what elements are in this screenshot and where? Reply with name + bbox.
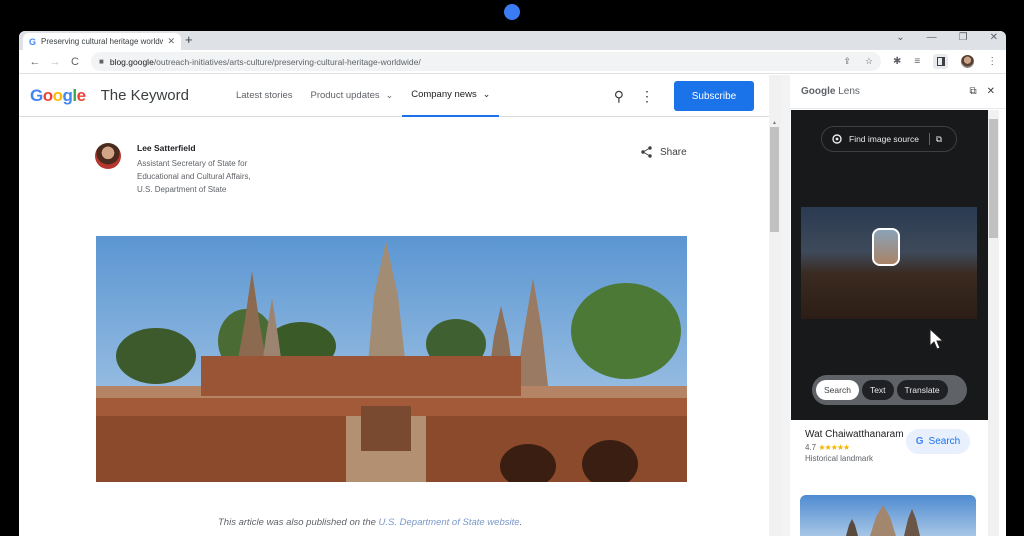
lens-title: Google Lens bbox=[801, 86, 860, 97]
temple-illustration bbox=[96, 236, 687, 482]
side-panel-divider[interactable] bbox=[781, 75, 790, 536]
lens-search-icon bbox=[832, 133, 842, 144]
back-button[interactable]: ← bbox=[25, 56, 45, 68]
caption-text: This article was also published on the bbox=[218, 517, 379, 528]
profile-avatar[interactable] bbox=[961, 55, 975, 68]
window-controls: ⌄ — ❐ ✕ bbox=[896, 32, 998, 43]
nav-company-news[interactable]: Company news ⌄ bbox=[402, 75, 500, 117]
url-host: blog.google bbox=[109, 56, 154, 67]
site-name[interactable]: The Keyword bbox=[101, 87, 189, 104]
author-role: Assistant Secretary of State for Educati… bbox=[137, 159, 251, 194]
state-department-link[interactable]: U.S. Department of State website bbox=[379, 517, 520, 528]
forward-button[interactable]: → bbox=[45, 56, 65, 68]
chevron-down-icon: ⌄ bbox=[482, 89, 491, 99]
find-image-source-label: Find image source bbox=[849, 134, 919, 144]
share-label: Share bbox=[660, 146, 687, 158]
lens-image-viewer: Find image source ⧉ Search Text Translat… bbox=[791, 110, 988, 420]
nav-product-updates[interactable]: Product updates ⌄ bbox=[301, 75, 402, 117]
find-image-source-button[interactable]: Find image source ⧉ bbox=[821, 126, 957, 152]
camera-indicator bbox=[504, 4, 520, 20]
mode-text[interactable]: Text bbox=[861, 380, 894, 400]
search-icon[interactable]: ⚲ bbox=[614, 88, 624, 105]
author-avatar bbox=[95, 143, 121, 169]
minimize-button[interactable]: — bbox=[927, 32, 937, 43]
content-area: Google The Keyword Latest stories Produc… bbox=[19, 75, 1006, 536]
media-controls-icon[interactable]: ≡ bbox=[914, 56, 920, 67]
rating-value: 4.7 bbox=[805, 443, 817, 452]
address-bar[interactable]: ■ blog.google /outreach-initiatives/arts… bbox=[91, 52, 881, 71]
result-temple-thumbnail bbox=[846, 505, 920, 536]
browser-tab[interactable]: G Preserving cultural heritage worldwide… bbox=[23, 33, 181, 50]
google-search-label: Search bbox=[928, 436, 961, 447]
browser-toolbar: ← → C ■ blog.google /outreach-initiative… bbox=[19, 50, 1006, 74]
google-logo[interactable]: Google bbox=[30, 86, 86, 106]
nav-latest-stories[interactable]: Latest stories bbox=[227, 75, 302, 117]
tab-close-icon[interactable]: ✕ bbox=[167, 36, 175, 47]
result-name[interactable]: Wat Chaiwatthanaram bbox=[805, 427, 905, 442]
lens-result-card[interactable]: Wat Chaiwatthanaram 4.7 ★★★★★ Historical… bbox=[805, 427, 985, 463]
result-type: Historical landmark bbox=[805, 454, 874, 463]
google-search-button[interactable]: G Search bbox=[906, 429, 970, 454]
author-block: Lee Satterfield Assistant Secretary of S… bbox=[95, 143, 262, 196]
reload-button[interactable]: C bbox=[65, 56, 85, 68]
new-tab-button[interactable]: + bbox=[185, 32, 193, 47]
page-scrollbar[interactable]: ▲ bbox=[769, 75, 781, 536]
side-panel-button[interactable] bbox=[933, 54, 949, 69]
separator bbox=[928, 133, 930, 145]
close-panel-icon[interactable]: ✕ bbox=[987, 86, 995, 97]
tab-search-icon[interactable]: ⌄ bbox=[896, 32, 904, 43]
lens-scrollbar[interactable] bbox=[988, 110, 999, 536]
article-page: Google The Keyword Latest stories Produc… bbox=[19, 75, 769, 536]
lens-source-image[interactable] bbox=[801, 207, 977, 319]
scroll-up-icon[interactable]: ▲ bbox=[772, 120, 777, 126]
extensions-icon[interactable]: ✱ bbox=[893, 56, 901, 67]
tab-title: Preserving cultural heritage worldwide bbox=[41, 37, 164, 46]
lens-mode-switcher: Search Text Translate bbox=[812, 375, 967, 405]
tab-strip: G Preserving cultural heritage worldwide… bbox=[19, 31, 1006, 50]
browser-menu-icon[interactable]: ⋮ bbox=[987, 56, 997, 67]
open-external-icon[interactable]: ⧉ bbox=[936, 134, 942, 145]
open-in-new-tab-icon[interactable]: ⧉ bbox=[969, 86, 976, 97]
site-header: Google The Keyword Latest stories Produc… bbox=[19, 75, 769, 117]
selection-region[interactable] bbox=[872, 228, 900, 266]
share-button[interactable]: Share bbox=[641, 146, 687, 158]
caption-end: . bbox=[519, 517, 523, 528]
lens-scroll-thumb[interactable] bbox=[989, 119, 998, 238]
side-panel-icon bbox=[936, 57, 945, 66]
subscribe-button[interactable]: Subscribe bbox=[674, 81, 754, 111]
hero-image bbox=[96, 236, 687, 482]
site-nav: Latest stories Product updates ⌄ Company… bbox=[227, 75, 500, 117]
lock-icon: ■ bbox=[99, 57, 104, 66]
author-name: Lee Satterfield bbox=[137, 143, 196, 153]
article-caption: This article was also published on the U… bbox=[218, 517, 522, 528]
result-image[interactable] bbox=[800, 495, 976, 536]
mode-search[interactable]: Search bbox=[816, 380, 859, 400]
google-favicon-icon: G bbox=[29, 36, 37, 47]
page-scroll-thumb[interactable] bbox=[770, 127, 779, 232]
google-g-icon: G bbox=[915, 436, 924, 447]
nav-label: Product updates bbox=[310, 90, 380, 101]
nav-label: Company news bbox=[411, 89, 477, 100]
share-page-icon[interactable]: ⇪ bbox=[843, 56, 851, 67]
close-window-button[interactable]: ✕ bbox=[990, 32, 998, 43]
mouse-cursor-icon bbox=[929, 327, 945, 356]
chevron-down-icon: ⌄ bbox=[385, 90, 394, 100]
mode-translate[interactable]: Translate bbox=[896, 380, 948, 400]
url-path: /outreach-initiatives/arts-culture/prese… bbox=[153, 56, 421, 67]
restore-button[interactable]: ❐ bbox=[959, 32, 968, 43]
more-options-icon[interactable]: ⋮ bbox=[640, 88, 654, 105]
star-rating-icon: ★★★★★ bbox=[818, 443, 850, 452]
lens-header: Google Lens ⧉ ✕ bbox=[790, 75, 1006, 109]
browser-window: G Preserving cultural heritage worldwide… bbox=[19, 31, 1006, 536]
bookmark-star-icon[interactable]: ☆ bbox=[865, 56, 873, 67]
nav-label: Latest stories bbox=[235, 90, 293, 101]
google-lens-panel: Google Lens ⧉ ✕ Find image source ⧉ Sear… bbox=[790, 75, 1006, 536]
share-icon bbox=[641, 146, 652, 158]
